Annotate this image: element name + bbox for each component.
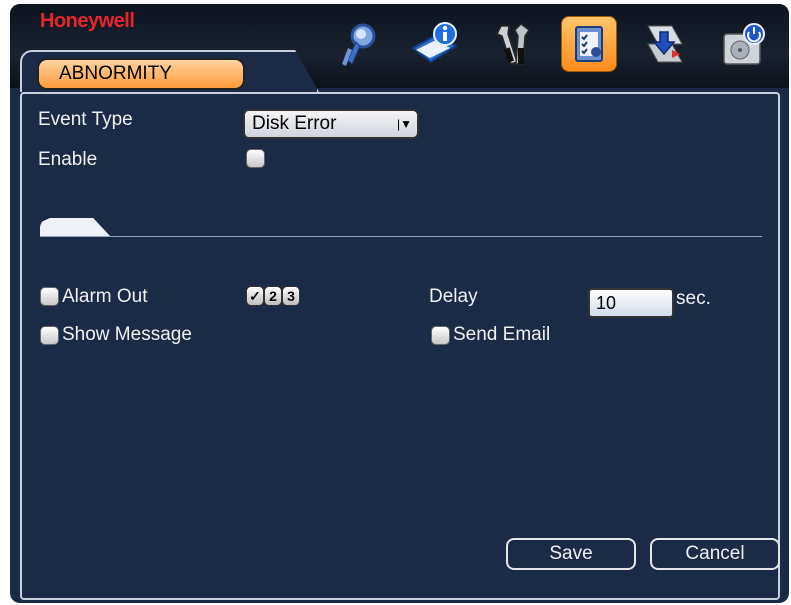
event-type-select[interactable]: Disk Error |▼	[243, 109, 419, 139]
alarm-channel-2[interactable]: 2	[264, 286, 282, 306]
alarm-out-label: Alarm Out	[62, 286, 148, 307]
send-email-label: Send Email	[453, 324, 551, 345]
enable-label: Enable	[38, 149, 98, 170]
delay-unit: sec.	[676, 288, 711, 309]
save-button[interactable]: Save	[506, 538, 636, 570]
abnormity-nav-icon[interactable]	[561, 16, 617, 72]
enable-checkbox[interactable]	[246, 149, 265, 168]
abnormity-window: Honeywell ABNORMITY Event Type Disk Erro…	[10, 4, 789, 603]
shutdown-nav-icon[interactable]	[714, 14, 774, 74]
show-message-checkbox[interactable]	[40, 326, 59, 345]
settings-panel	[20, 92, 780, 600]
event-type-value: Disk Error	[252, 113, 337, 134]
chevron-down-icon: |▼	[397, 117, 412, 131]
delay-label: Delay	[429, 286, 478, 307]
send-email-checkbox[interactable]	[431, 326, 450, 345]
cancel-button[interactable]: Cancel	[650, 538, 780, 570]
search-nav-icon[interactable]	[328, 14, 388, 74]
alarm-out-checkbox[interactable]	[40, 287, 59, 306]
tools-nav-icon[interactable]	[484, 14, 544, 74]
alarm-channel-1[interactable]: ✓	[246, 286, 264, 306]
delay-input[interactable]: 10	[588, 288, 674, 318]
backup-nav-icon[interactable]	[636, 14, 696, 74]
alarm-channel-3[interactable]: 3	[282, 286, 300, 306]
tab-abnormity: ABNORMITY	[37, 58, 245, 90]
event-type-label: Event Type	[38, 109, 133, 130]
brand-logo: Honeywell	[40, 10, 135, 32]
section-divider	[40, 236, 762, 237]
info-nav-icon[interactable]	[405, 14, 465, 74]
show-message-label: Show Message	[62, 324, 192, 345]
